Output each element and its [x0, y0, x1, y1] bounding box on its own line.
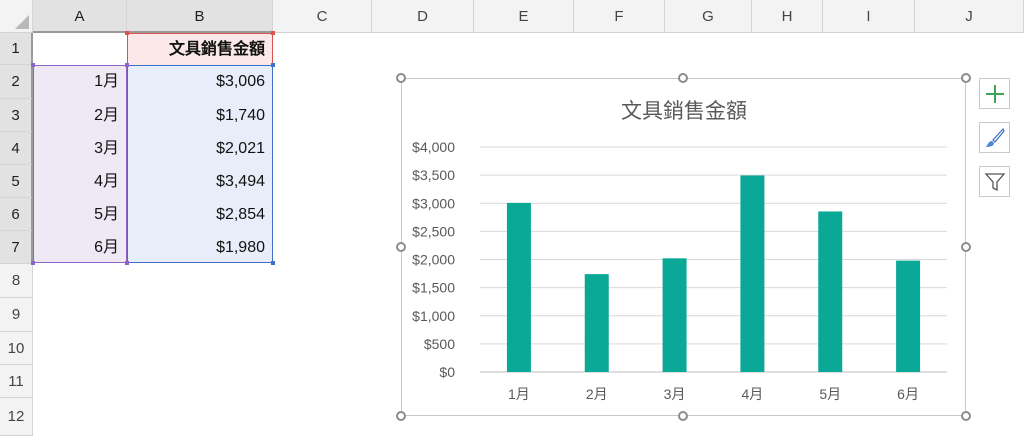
cell-A3[interactable]: 2月: [33, 99, 127, 132]
x-axis-labels: 1月 2月 3月 4月 5月 6月: [508, 386, 919, 402]
row-header-7[interactable]: 7: [0, 231, 33, 264]
chart-resize-handle[interactable]: [961, 242, 971, 252]
chart-resize-handle[interactable]: [678, 73, 688, 83]
column-header-E[interactable]: E: [474, 0, 574, 33]
cell-A2[interactable]: 1月: [33, 65, 127, 99]
cell-B3[interactable]: $1,740: [127, 99, 273, 132]
row-header-4[interactable]: 4: [0, 132, 33, 165]
chart-resize-handle[interactable]: [678, 411, 688, 421]
row-header-8[interactable]: 8: [0, 264, 33, 298]
range-handle[interactable]: [271, 63, 275, 67]
cell-B7[interactable]: $1,980: [127, 231, 273, 264]
cell-A7[interactable]: 6月: [33, 231, 127, 264]
column-header-D[interactable]: D: [372, 0, 474, 33]
y-tick-label: $500: [424, 336, 455, 352]
y-tick-label: $4,000: [412, 139, 455, 155]
y-tick-label: $3,500: [412, 167, 455, 183]
x-tick-label: 4月: [742, 386, 764, 402]
row-header-12[interactable]: 12: [0, 398, 33, 436]
cell-B5[interactable]: $3,494: [127, 165, 273, 198]
range-handle[interactable]: [31, 63, 35, 67]
select-all-button[interactable]: [0, 0, 33, 33]
bar-5月[interactable]: [818, 211, 843, 372]
column-chart: 文具銷售金額 $0 $500 $1,000 $1,500 $2,000 $2,500 $3,…: [412, 100, 947, 402]
bar-2月[interactable]: [584, 274, 609, 372]
cell-B6[interactable]: $2,854: [127, 198, 273, 231]
cell-B1[interactable]: 文具銷售金額: [127, 33, 273, 66]
y-tick-label: $2,000: [412, 252, 455, 268]
bar-3月[interactable]: [662, 258, 687, 372]
x-tick-label: 5月: [819, 386, 841, 402]
column-header-B[interactable]: B: [127, 0, 273, 33]
column-header-J[interactable]: J: [915, 0, 1024, 33]
column-header-I[interactable]: I: [823, 0, 915, 33]
chart-resize-handle[interactable]: [396, 411, 406, 421]
y-tick-label: $0: [439, 364, 455, 380]
range-handle[interactable]: [125, 261, 129, 265]
row-header-10[interactable]: 10: [0, 332, 33, 365]
brush-icon: [985, 127, 1005, 147]
chart-resize-handle[interactable]: [961, 411, 971, 421]
cell-A4[interactable]: 3月: [33, 132, 127, 165]
row-header-5[interactable]: 5: [0, 165, 33, 198]
row-header-6[interactable]: 6: [0, 198, 33, 231]
range-handle[interactable]: [271, 261, 275, 265]
chart-resize-handle[interactable]: [396, 242, 406, 252]
column-header-F[interactable]: F: [574, 0, 665, 33]
range-handle[interactable]: [125, 63, 129, 67]
cell-A6[interactable]: 5月: [33, 198, 127, 231]
chart-filters-button[interactable]: [979, 166, 1010, 197]
row-header-11[interactable]: 11: [0, 365, 33, 398]
x-tick-label: 3月: [664, 386, 686, 402]
column-header-C[interactable]: C: [273, 0, 372, 33]
row-header-9[interactable]: 9: [0, 298, 33, 332]
range-handle[interactable]: [31, 261, 35, 265]
column-header-G[interactable]: G: [665, 0, 752, 33]
y-tick-label: $1,500: [412, 280, 455, 296]
y-tick-label: $2,500: [412, 223, 455, 239]
chart-title[interactable]: 文具銷售金額: [621, 100, 747, 123]
chart-area[interactable]: 文具銷售金額 $0 $500 $1,000 $1,500 $2,000 $2,500 $3,…: [401, 78, 966, 416]
chart-resize-handle[interactable]: [961, 73, 971, 83]
cell-B4[interactable]: $2,021: [127, 132, 273, 165]
cell-B2[interactable]: $3,006: [127, 65, 273, 99]
range-handle[interactable]: [271, 31, 275, 35]
x-tick-label: 2月: [586, 386, 608, 402]
x-tick-label: 1月: [508, 386, 530, 402]
y-axis-labels: $0 $500 $1,000 $1,500 $2,000 $2,500 $3,000 $3,5…: [412, 139, 455, 380]
column-header-H[interactable]: H: [752, 0, 823, 33]
bar-1月[interactable]: [506, 202, 531, 372]
chart-styles-button[interactable]: [979, 122, 1010, 153]
row-header-3[interactable]: 3: [0, 99, 33, 132]
chart-gridlines: [480, 146, 947, 373]
y-tick-label: $3,000: [412, 195, 455, 211]
row-header-2[interactable]: 2: [0, 65, 33, 99]
bar-6月[interactable]: [896, 260, 921, 372]
cell-A5[interactable]: 4月: [33, 165, 127, 198]
column-header-A[interactable]: A: [33, 0, 127, 33]
chart-elements-button[interactable]: [979, 78, 1010, 109]
chart-bars: [506, 175, 921, 372]
bar-4月[interactable]: [740, 175, 765, 372]
range-handle[interactable]: [125, 31, 129, 35]
y-tick-label: $1,000: [412, 308, 455, 324]
x-tick-label: 6月: [897, 386, 919, 402]
funnel-icon: [984, 172, 1005, 191]
plus-icon: [985, 84, 1004, 103]
row-header-1[interactable]: 1: [0, 33, 33, 65]
chart-resize-handle[interactable]: [396, 73, 406, 83]
